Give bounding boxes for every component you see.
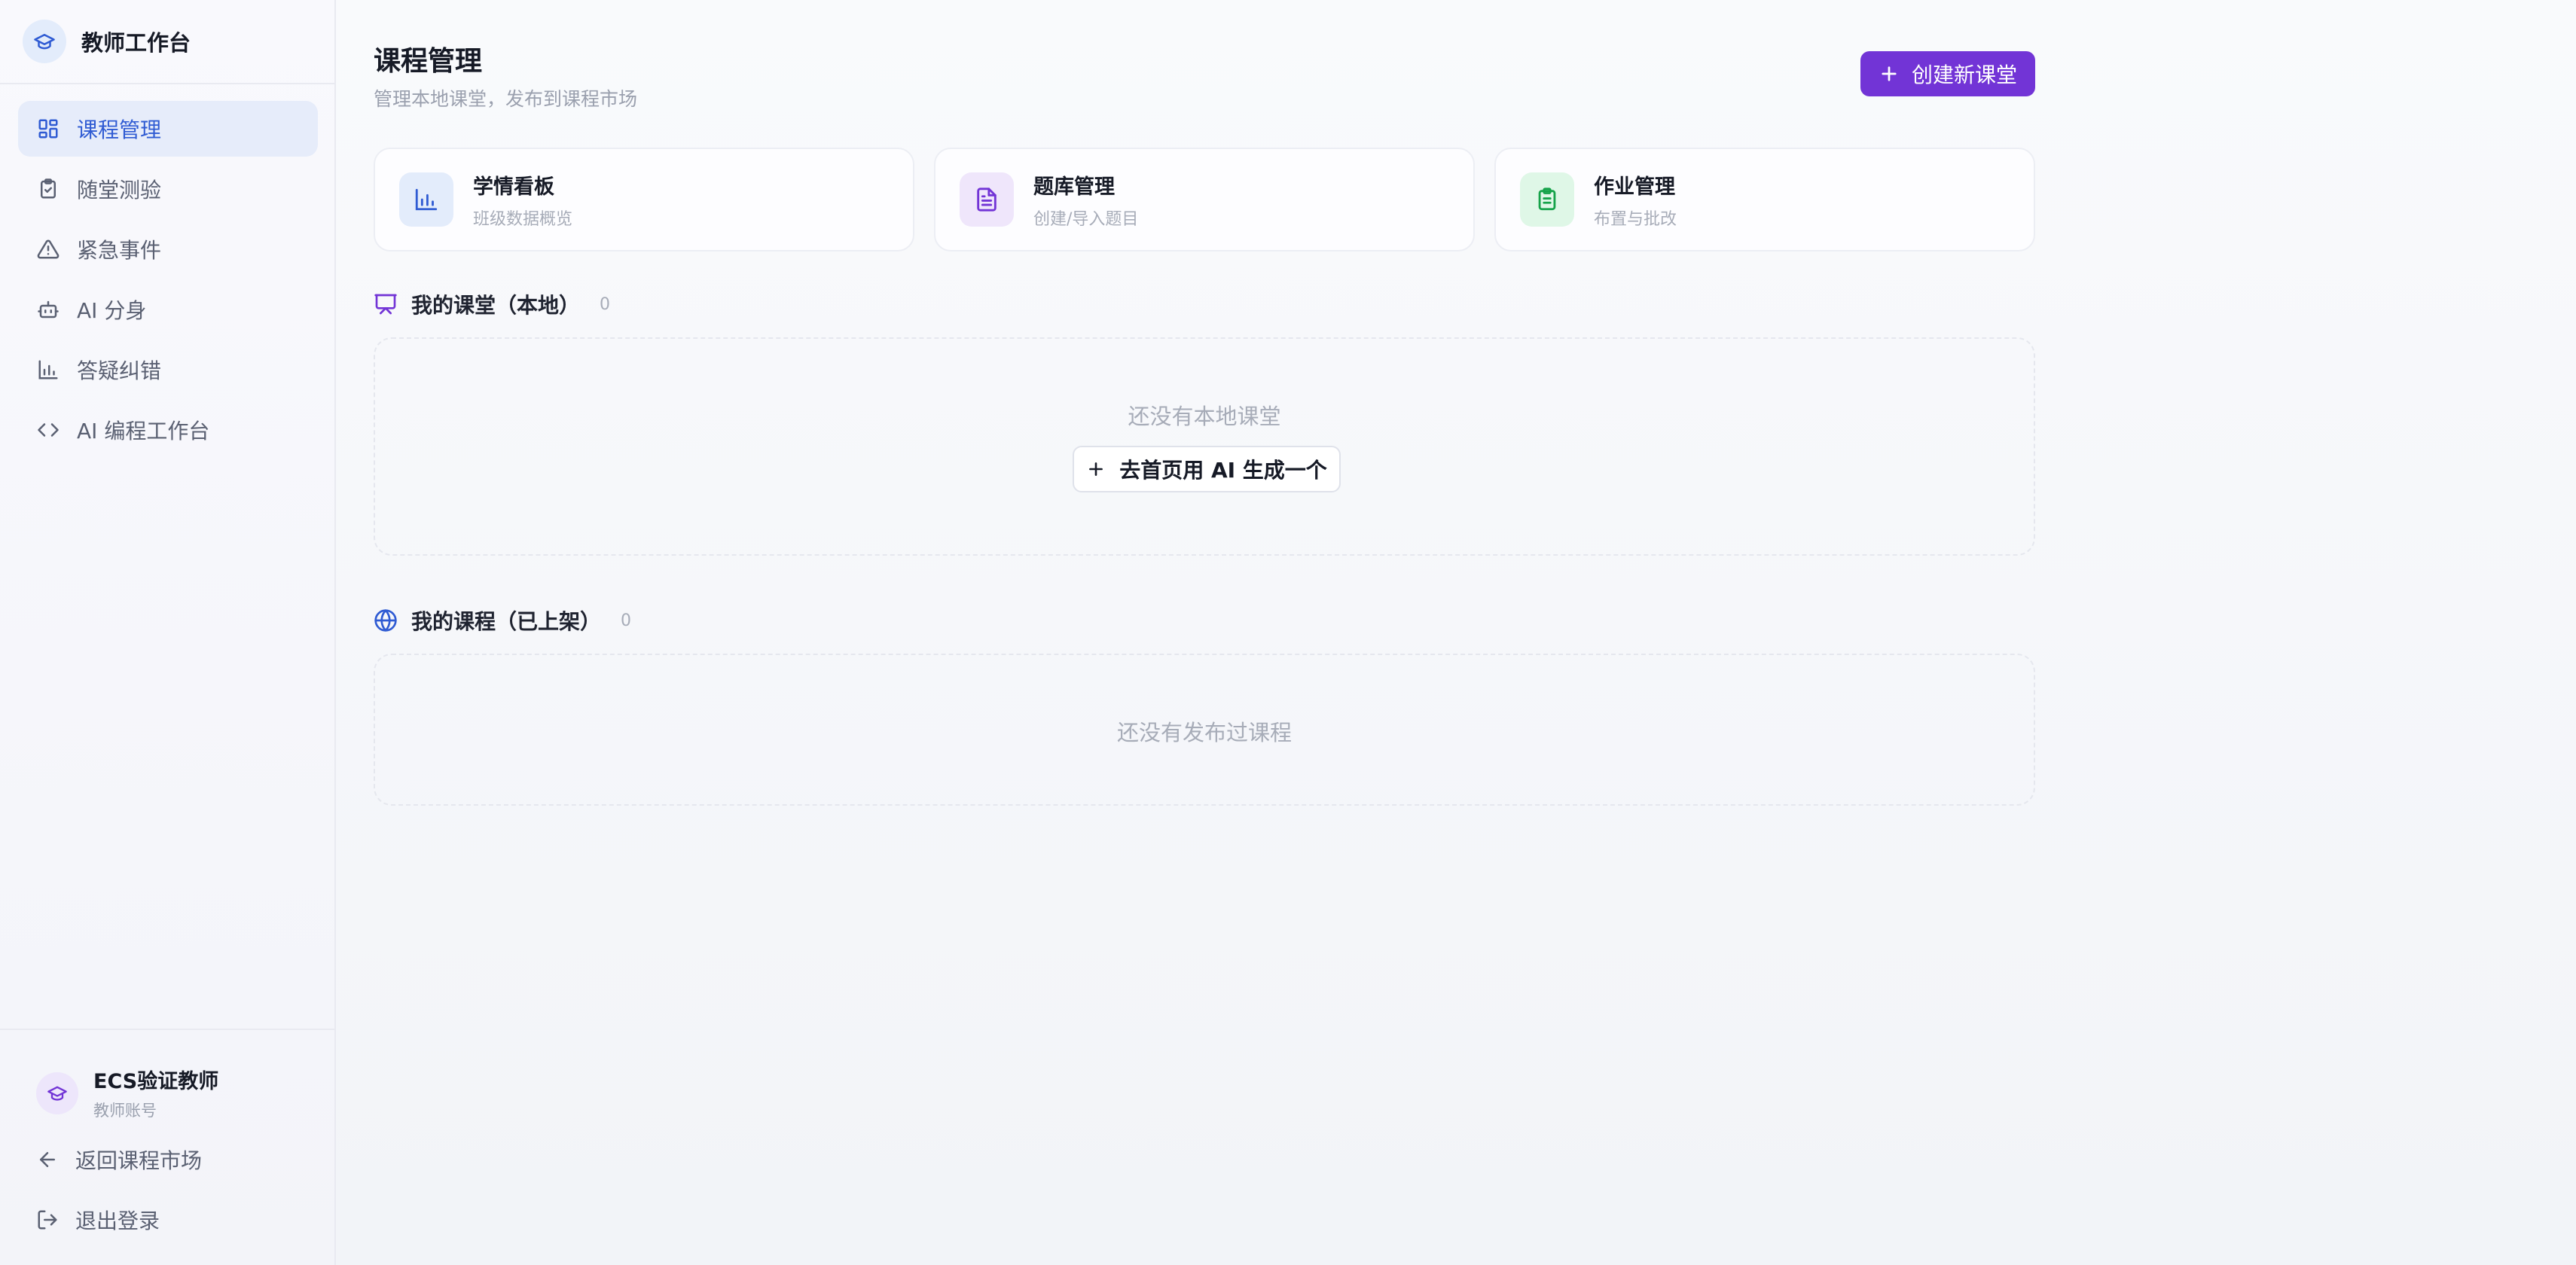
card-homework[interactable]: 作业管理 布置与批改 xyxy=(1494,148,2035,251)
code-icon xyxy=(36,418,60,442)
back-to-market-label: 返回课程市场 xyxy=(75,1148,203,1173)
bar-chart-icon xyxy=(36,358,60,382)
card-learning-dashboard[interactable]: 学情看板 班级数据概览 xyxy=(374,148,914,251)
globe-icon xyxy=(374,608,398,632)
published-courses-empty: 还没有发布过课程 xyxy=(374,654,2035,806)
bot-icon xyxy=(36,297,60,322)
back-to-market-link[interactable]: 返回课程市场 xyxy=(36,1145,202,1175)
card-question-bank[interactable]: 题库管理 创建/导入题目 xyxy=(934,148,1475,251)
sidebar-item-label: 随堂测验 xyxy=(77,178,162,203)
logout-link[interactable]: 退出登录 xyxy=(36,1205,160,1235)
user-name: ECS验证教师 xyxy=(93,1070,219,1093)
clipboard-check-icon xyxy=(36,177,60,201)
logout-icon xyxy=(36,1209,59,1231)
create-classroom-button[interactable]: 创建新课堂 xyxy=(1860,51,2035,96)
clipboard-list-icon xyxy=(1520,172,1574,227)
card-subtitle: 布置与批改 xyxy=(1594,209,1677,229)
empty-state-text: 还没有本地课堂 xyxy=(1128,404,1281,429)
sidebar-item-quiz[interactable]: 随堂测验 xyxy=(18,161,318,217)
file-text-icon xyxy=(960,172,1014,227)
sidebar-item-course-management[interactable]: 课程管理 xyxy=(18,101,318,157)
section-count: 0 xyxy=(621,611,632,630)
sidebar-item-label: AI 分身 xyxy=(77,298,147,323)
plus-icon xyxy=(1086,459,1106,479)
sidebar: 教师工作台 课程管理 随堂测验 紧急事件 AI 分身 答疑纠错 AI 编程工作台… xyxy=(0,0,336,1265)
sidebar-brand: 教师工作台 xyxy=(0,0,334,84)
section-local-header: 我的课堂（本地） 0 xyxy=(374,289,610,319)
layout-grid-icon xyxy=(36,117,60,141)
section-title: 我的课堂（本地） xyxy=(411,293,581,318)
sidebar-item-emergency[interactable]: 紧急事件 xyxy=(18,221,318,277)
card-title: 题库管理 xyxy=(1033,175,1115,199)
sidebar-footer: ECS验证教师 教师账号 返回课程市场 退出登录 xyxy=(0,1029,334,1265)
page-title: 课程管理 xyxy=(374,46,483,77)
section-published-header: 我的课程（已上架） 0 xyxy=(374,605,631,636)
graduation-cap-icon xyxy=(23,20,66,63)
card-title: 学情看板 xyxy=(473,175,554,199)
create-classroom-label: 创建新课堂 xyxy=(1911,62,2017,87)
sidebar-item-label: 紧急事件 xyxy=(77,238,162,263)
sidebar-item-label: AI 编程工作台 xyxy=(77,419,210,444)
sidebar-item-ai-avatar[interactable]: AI 分身 xyxy=(18,282,318,337)
section-count: 0 xyxy=(600,294,611,314)
sidebar-nav: 课程管理 随堂测验 紧急事件 AI 分身 答疑纠错 AI 编程工作台 xyxy=(18,101,318,462)
card-subtitle: 班级数据概览 xyxy=(473,209,573,229)
user-profile: ECS验证教师 教师账号 xyxy=(36,1065,218,1121)
section-title: 我的课程（已上架） xyxy=(411,609,602,634)
alert-triangle-icon xyxy=(36,237,60,261)
bar-chart-icon xyxy=(399,172,453,227)
plus-icon xyxy=(1879,63,1900,84)
graduation-cap-icon xyxy=(47,1086,67,1101)
generate-with-ai-button[interactable]: 去首页用 AI 生成一个 xyxy=(1073,446,1341,492)
presentation-icon xyxy=(374,292,398,316)
sidebar-item-label: 课程管理 xyxy=(77,117,162,142)
card-subtitle: 创建/导入题目 xyxy=(1033,209,1139,229)
logout-label: 退出登录 xyxy=(75,1209,160,1233)
avatar xyxy=(36,1071,78,1114)
user-role: 教师账号 xyxy=(93,1102,157,1120)
brand-title: 教师工作台 xyxy=(81,30,191,56)
page-subtitle: 管理本地课堂，发布到课程市场 xyxy=(374,88,638,110)
sidebar-item-ai-coding[interactable]: AI 编程工作台 xyxy=(18,402,318,458)
arrow-left-icon xyxy=(36,1148,59,1171)
local-classrooms-empty: 还没有本地课堂 去首页用 AI 生成一个 xyxy=(374,337,2035,556)
sidebar-item-qa-correction[interactable]: 答疑纠错 xyxy=(18,342,318,398)
sidebar-item-label: 答疑纠错 xyxy=(77,358,162,383)
card-title: 作业管理 xyxy=(1594,175,1675,199)
quick-cards: 学情看板 班级数据概览 题库管理 创建/导入题目 作业管理 布置与批改 xyxy=(374,148,2035,251)
empty-state-text: 还没有发布过课程 xyxy=(1116,720,1292,745)
generate-with-ai-label: 去首页用 AI 生成一个 xyxy=(1119,458,1327,483)
